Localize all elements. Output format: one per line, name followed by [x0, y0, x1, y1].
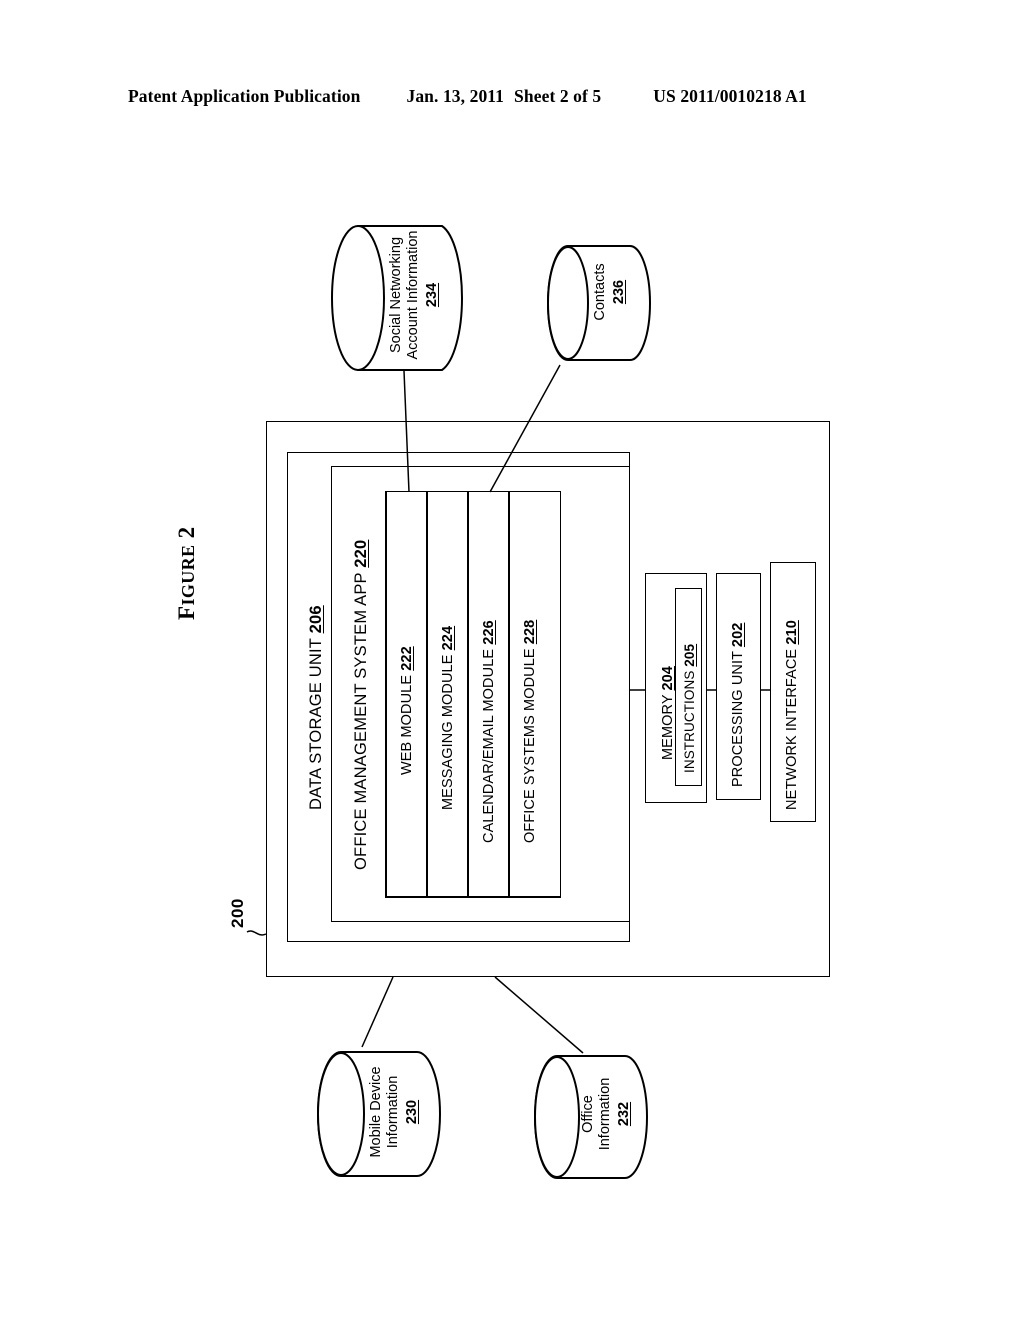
- figure-label-number: 2: [174, 526, 199, 539]
- leader-line-200: [246, 930, 267, 936]
- module-label-messaging-text: MESSAGING MODULE: [440, 654, 456, 811]
- network-interface-label: NETWORK INTERFACE 210: [784, 620, 800, 810]
- publication-header-title: Patent Application Publication: [128, 86, 361, 106]
- datastore-line1-mobile-device: Mobile Device: [368, 1066, 384, 1158]
- data-storage-unit-label: DATA STORAGE UNIT 206: [307, 605, 326, 810]
- module-label-office-systems: OFFICE SYSTEMS MODULE 228: [522, 620, 538, 843]
- memory-label-text: MEMORY: [660, 694, 676, 760]
- figure-label: FIGURE 2: [174, 526, 200, 620]
- network-interface-numeral: 210: [784, 620, 800, 645]
- datastore-numeral-mobile-device: 230: [404, 1099, 421, 1125]
- connector-mobile-device: [361, 976, 394, 1048]
- datastore-line1-social-networking: Social Networking: [388, 236, 404, 354]
- office-management-system-app-numeral: 220: [352, 539, 370, 568]
- datastore-label-mobile-device: Mobile Device Information 230: [368, 1056, 421, 1168]
- processing-unit-numeral: 202: [730, 622, 746, 648]
- module-numeral-web: 222: [399, 646, 415, 671]
- datastore-line2-social-networking: Account Information: [405, 230, 422, 360]
- memory-label: MEMORY 204: [660, 666, 676, 760]
- module-label-calendar-email: CALENDAR/EMAIL MODULE 226: [481, 620, 497, 843]
- data-storage-unit-numeral: 206: [307, 605, 325, 634]
- datastore-numeral-social-networking: 234: [424, 282, 441, 308]
- office-management-system-app-label-text: OFFICE MANAGEMENT SYSTEM APP: [352, 572, 370, 870]
- module-numeral-calendar-email: 226: [481, 620, 497, 645]
- network-interface-label-text: NETWORK INTERFACE: [784, 648, 800, 810]
- datastore-label-office-information: Office Information 232: [580, 1060, 633, 1168]
- module-label-web-text: WEB MODULE: [399, 674, 415, 775]
- connector-office-information: [494, 976, 584, 1054]
- datastore-label-social-networking: Social Networking Account Information 23…: [388, 230, 441, 360]
- system-reference-numeral: 200: [228, 898, 247, 928]
- datastore-line2-mobile-device: Information: [385, 1075, 402, 1149]
- module-label-office-systems-text: OFFICE SYSTEMS MODULE: [522, 648, 538, 843]
- data-storage-unit-label-text: DATA STORAGE UNIT: [307, 638, 325, 810]
- publication-header-number: US 2011/0010218 A1: [653, 86, 807, 106]
- datastore-line1-contacts: Contacts: [592, 263, 608, 321]
- datastore-line2-office-information: Information: [597, 1077, 614, 1151]
- datastore-numeral-office-information: 232: [616, 1101, 633, 1127]
- module-numeral-messaging: 224: [440, 625, 456, 651]
- module-label-messaging: MESSAGING MODULE 224: [440, 626, 456, 810]
- processing-unit-label-text: PROCESSING UNIT: [730, 651, 746, 787]
- instructions-label: INSTRUCTIONS 205: [682, 644, 697, 773]
- memory-numeral: 204: [660, 666, 676, 691]
- office-management-system-app-label: OFFICE MANAGEMENT SYSTEM APP 220: [352, 540, 371, 870]
- module-numeral-office-systems: 228: [522, 619, 538, 645]
- datastore-label-contacts: Contacts 236: [592, 246, 628, 338]
- publication-header-date: Jan. 13, 2011: [406, 86, 505, 106]
- instructions-label-text: INSTRUCTIONS: [682, 670, 697, 773]
- datastore-line1-office-information: Office: [580, 1095, 596, 1133]
- datastore-numeral-contacts: 236: [611, 279, 628, 305]
- patent-figure-page: Patent Application Publication Jan. 13, …: [0, 0, 1024, 1320]
- module-label-web: WEB MODULE 222: [399, 646, 415, 775]
- figure-label-rest: IGURE: [178, 544, 198, 606]
- module-label-calendar-email-text: CALENDAR/EMAIL MODULE: [481, 648, 497, 843]
- processing-unit-label: PROCESSING UNIT 202: [730, 623, 746, 787]
- publication-header: Patent Application Publication Jan. 13, …: [128, 86, 896, 112]
- figure-label-prefix: F: [174, 605, 199, 620]
- publication-header-sheet: Sheet 2 of 5: [514, 86, 602, 106]
- instructions-numeral: 205: [682, 643, 697, 667]
